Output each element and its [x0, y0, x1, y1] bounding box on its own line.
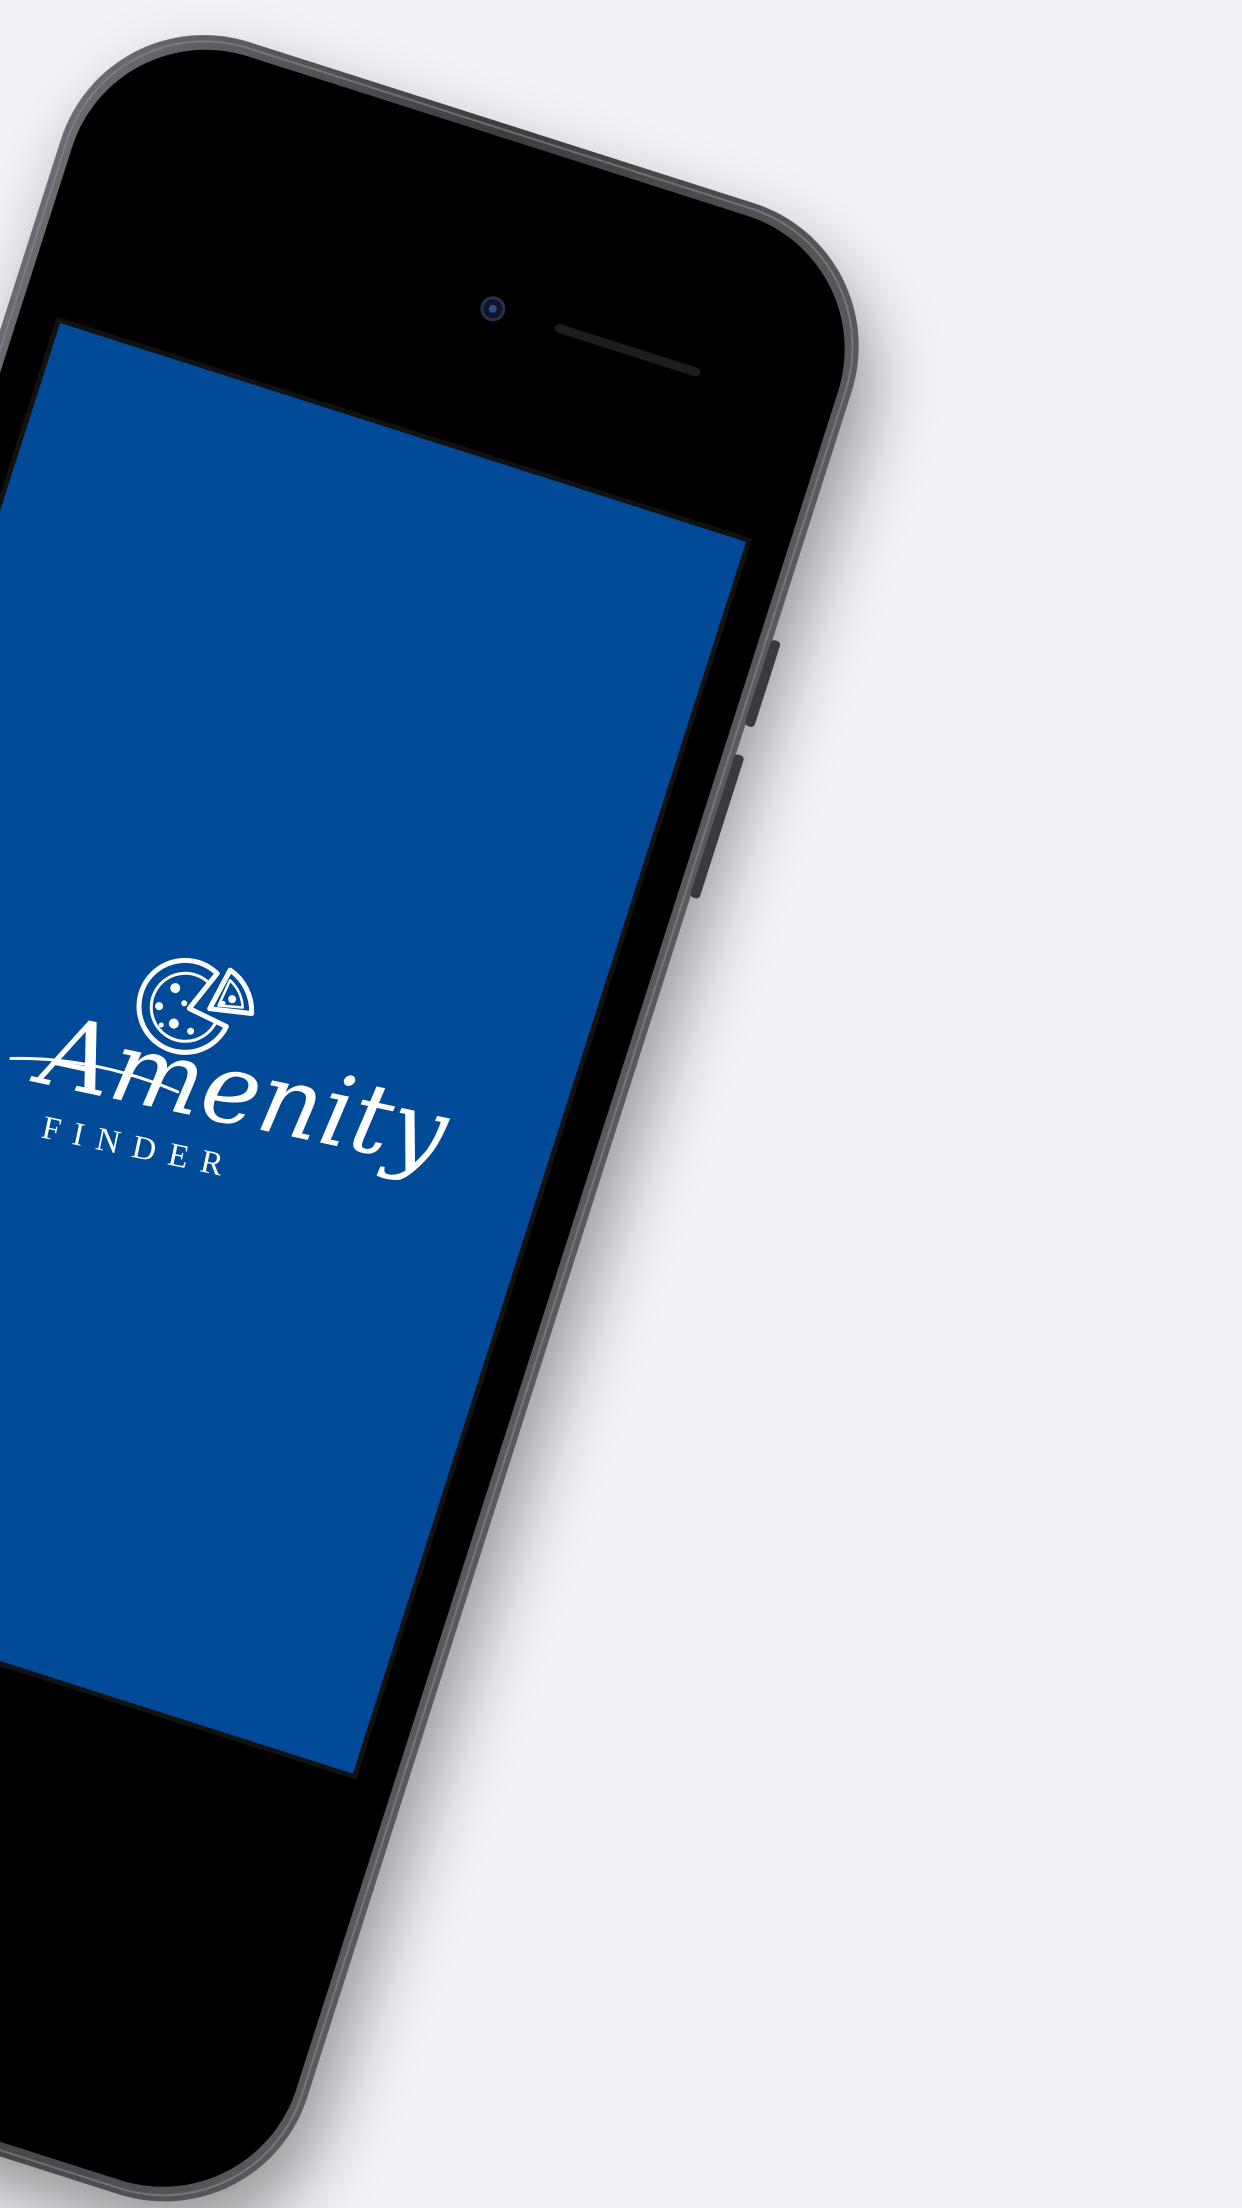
app-store-preview: Amenity FINDER: [0, 0, 1242, 2208]
phone-mockup-illustration: Amenity FINDER: [0, 35, 859, 2202]
